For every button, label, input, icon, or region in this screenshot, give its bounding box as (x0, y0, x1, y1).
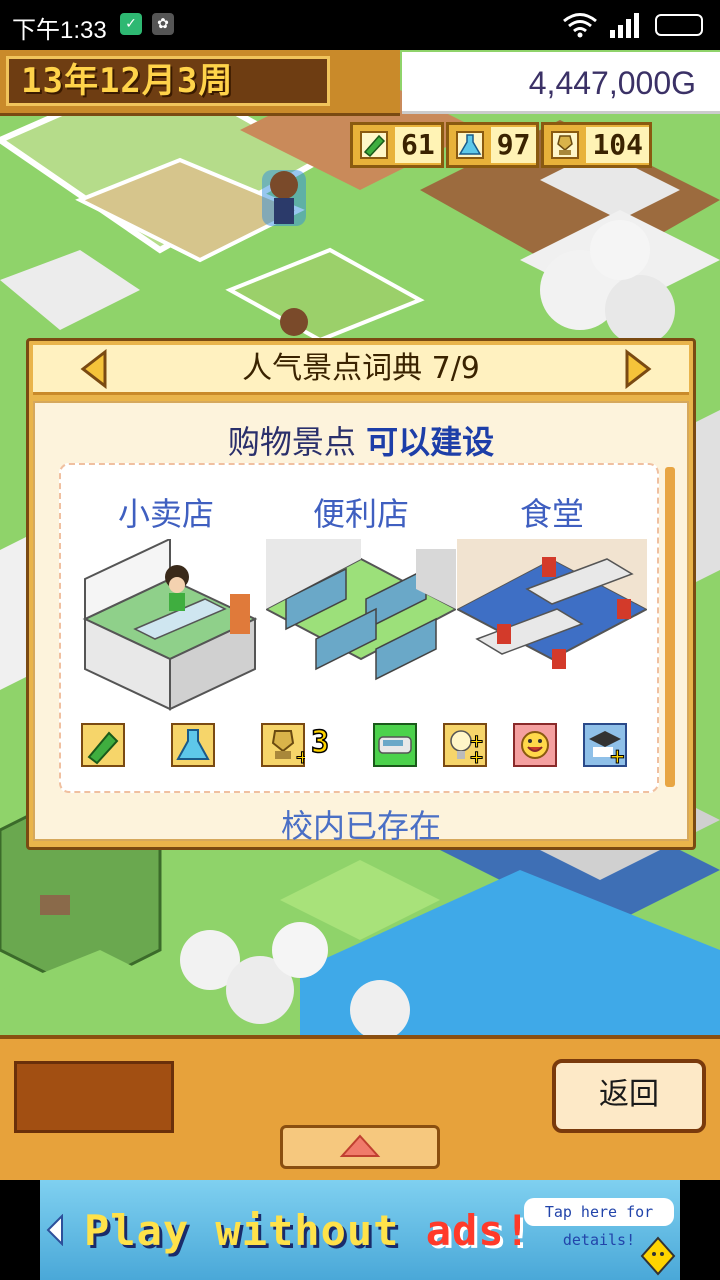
facility-name: 食堂 (519, 495, 584, 533)
status-time: 下午1:33 (12, 17, 107, 44)
wifi-icon (563, 13, 597, 38)
facility-panel[interactable]: 小卖店 便利店 食堂 + 3 + + + (59, 463, 659, 793)
bus-icon (373, 723, 417, 767)
existing-notice: 校内已存在 (280, 807, 441, 845)
category-name: 购物景点 (227, 423, 356, 461)
expand-menu-button[interactable] (280, 1125, 440, 1169)
cafeteria-image (457, 539, 647, 669)
facility-name: 小卖店 (117, 495, 214, 533)
back-button[interactable]: 返回 (552, 1059, 706, 1133)
svg-text:+: + (469, 747, 484, 767)
spot-dictionary-dialog: 人气景点词典 7/9 购物景点 可以建设 小卖店 便利店 食堂 + 3 + + … (26, 338, 696, 850)
prev-page-button[interactable] (79, 349, 109, 389)
ad-headline: Play without ads! (84, 1206, 531, 1255)
flask-icon (453, 128, 487, 162)
shield-icon: ✓ (120, 13, 142, 35)
category-heading: 购物景点 可以建设 (35, 417, 687, 463)
convenience-store-image (266, 539, 456, 681)
signal-icon (610, 13, 639, 38)
stat-value: 104 (586, 127, 650, 163)
chevron-left-icon[interactable] (46, 1214, 64, 1246)
stat-value: 97 (490, 127, 537, 163)
facility-name: 便利店 (312, 495, 409, 533)
ad-text-main: Play without (84, 1206, 400, 1255)
smile-icon (513, 723, 557, 767)
game-date: 13年12月3周 (6, 56, 330, 106)
pencil-icon (81, 723, 125, 767)
build-status: 可以建设 (366, 423, 495, 461)
svg-text:+: + (295, 747, 305, 767)
info-slot (14, 1061, 174, 1133)
graduate-plus-icon: + (583, 723, 627, 769)
status-bar: 下午1:33 ✓ ✿ (0, 0, 720, 50)
money-display: 4,447,000G (402, 52, 720, 114)
dialog-body: 购物景点 可以建设 小卖店 便利店 食堂 + 3 + + + 校内已存在 (33, 401, 689, 845)
trophy-plus-icon: + 3 (261, 723, 341, 767)
ad-details-link[interactable]: Tap here for details! (524, 1198, 674, 1249)
idea-plus-icon: + + (443, 723, 487, 769)
stat-value: 61 (395, 127, 441, 163)
date-panel: 13年12月3周 (0, 50, 400, 116)
requirement-count: 3 (310, 724, 330, 761)
stat-flask: 97 (445, 122, 540, 168)
stat-trophy: 104 (541, 122, 653, 168)
mascot-icon (640, 1236, 676, 1276)
triangle-up-icon (339, 1134, 381, 1157)
stat-pencil: 61 (350, 122, 444, 168)
panel-scrollbar[interactable] (665, 467, 675, 787)
trophy-icon (548, 128, 582, 162)
ad-text-highlight: ads! (425, 1206, 531, 1255)
flask-icon (171, 723, 215, 767)
pencil-icon (357, 128, 391, 162)
next-page-button[interactable] (623, 349, 653, 389)
ad-banner[interactable]: Play without ads! Tap here for details! (0, 1180, 720, 1280)
dialog-title: 人气景点词典 7/9 (33, 345, 689, 395)
app-notification-icon: ✿ (152, 13, 174, 35)
svg-text:+: + (609, 744, 626, 767)
kiosk-image (82, 539, 258, 711)
stats-bar: 61 97 104 (350, 122, 654, 168)
ad-content[interactable]: Play without ads! Tap here for details! (40, 1180, 680, 1280)
battery-icon (655, 14, 703, 36)
bottom-toolbar: 返回 (0, 1035, 720, 1180)
